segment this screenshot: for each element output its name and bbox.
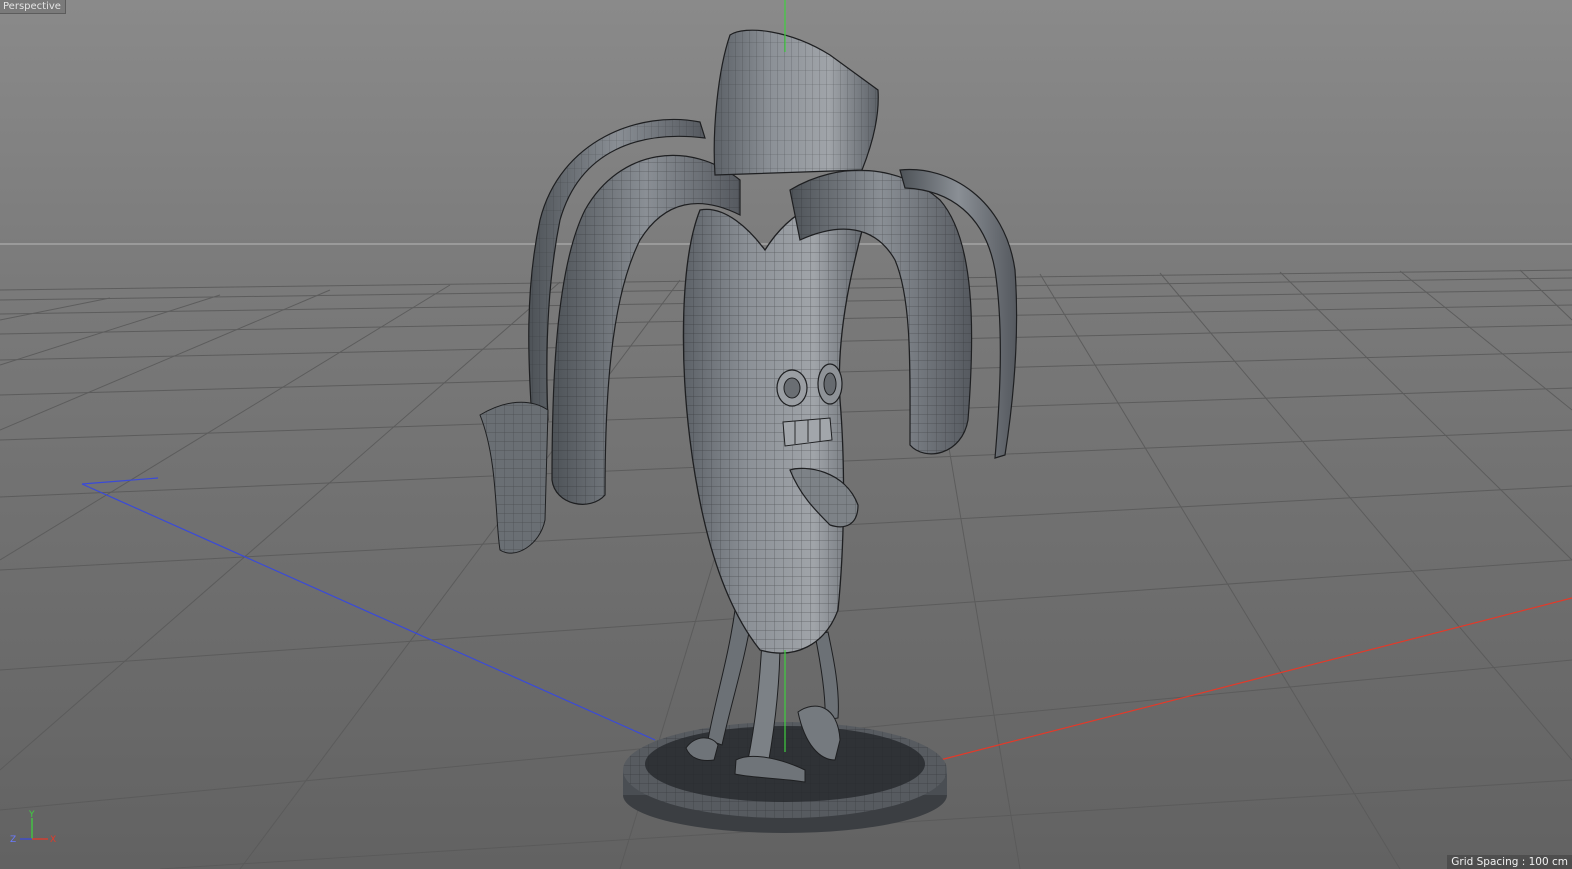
gizmo-x-label: X bbox=[50, 835, 56, 845]
axis-gizmo-icon: Y Z X bbox=[10, 810, 56, 845]
scene-canvas[interactable] bbox=[0, 0, 1572, 869]
gizmo-z-label: Z bbox=[10, 835, 16, 845]
gizmo-y-label: Y bbox=[28, 810, 35, 820]
grid-spacing-label: Grid Spacing : 100 cm bbox=[1447, 855, 1572, 869]
view-name-label[interactable]: Perspective bbox=[0, 0, 66, 14]
3d-viewport[interactable]: Perspective Y Z X Grid Spacing : 100 cm bbox=[0, 0, 1572, 869]
